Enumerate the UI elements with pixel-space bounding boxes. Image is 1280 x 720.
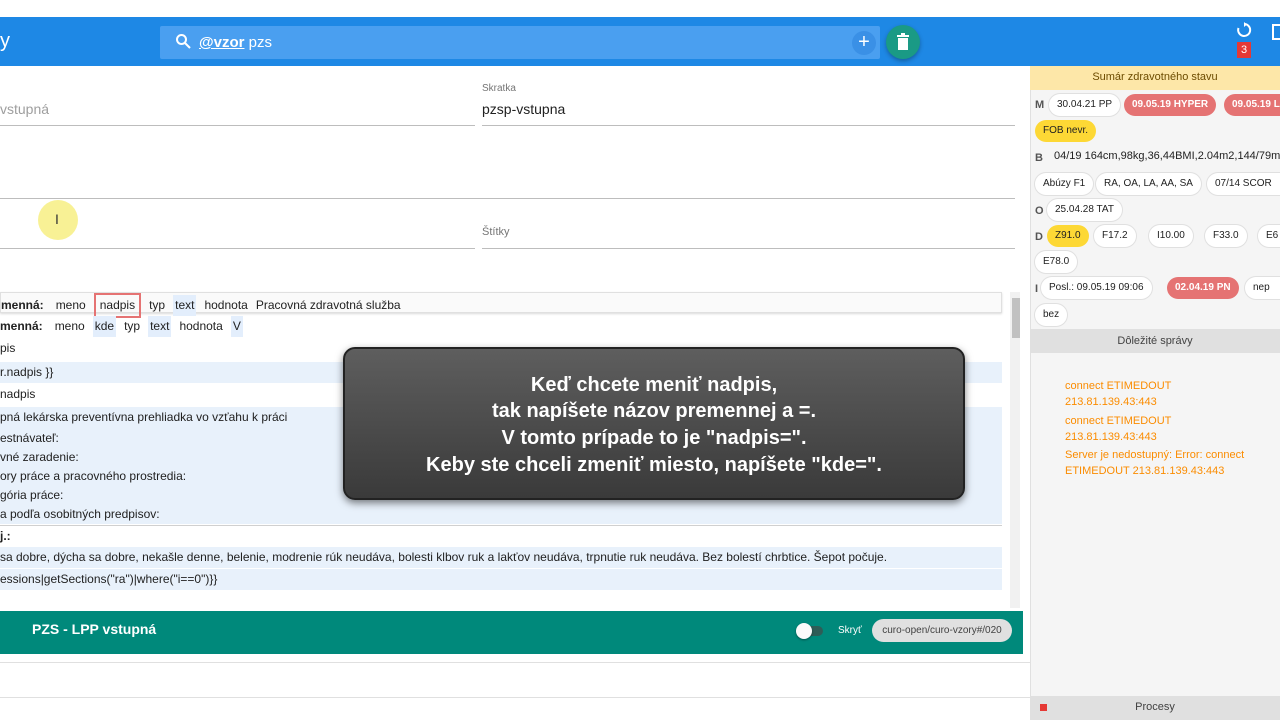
sync-count-badge: 3: [1237, 42, 1251, 58]
chip-risk-groups[interactable]: RA, OA, LA, AA, SA: [1096, 173, 1201, 195]
section-letter-i: I: [1035, 283, 1039, 295]
chip-score[interactable]: 07/14 SCOR: [1207, 173, 1280, 195]
message-1: connect ETIMEDOUT 213.81.139.43:443: [1065, 380, 1172, 408]
delete-button[interactable]: [886, 25, 920, 59]
important-messages-header: Dôležité správy: [1030, 329, 1280, 353]
sidebar-header: Sumár zdravotného stavu: [1030, 66, 1280, 90]
search-query: pzs: [244, 34, 272, 51]
app-title: y: [0, 30, 10, 52]
section-letter-b: B: [1035, 152, 1043, 164]
url-chip[interactable]: curo-open/curo-vzory#/020: [872, 619, 1012, 642]
menu-icon[interactable]: [1272, 24, 1280, 40]
tutorial-caption-box: [343, 347, 965, 500]
variable-row-1[interactable]: menná: meno nadpis typ text hodnota Pracovná z…: [0, 292, 1002, 318]
chip-e78[interactable]: E78.0: [1035, 251, 1078, 273]
top-strip: [0, 0, 1280, 17]
editor-line[interactable]: a podľa osobitných predpisov:: [0, 504, 1002, 525]
tag-kde[interactable]: kde: [92, 316, 117, 337]
chip-pn[interactable]: 02.04.19 PN: [1167, 277, 1239, 299]
tag-typ[interactable]: typ: [149, 295, 165, 316]
tag-value[interactable]: V: [230, 316, 243, 337]
section-letter-d: D: [1035, 231, 1043, 243]
editor-line[interactable]: sa dobre, dýcha sa dobre, nekašle denne,…: [0, 547, 1002, 568]
stop-icon: [1040, 704, 1047, 711]
chip-f17[interactable]: F17.2: [1094, 225, 1136, 247]
chip-li[interactable]: 09.05.19 LI: [1224, 94, 1280, 116]
name-field-value[interactable]: vstupná: [0, 101, 49, 117]
variable-label: menná:: [1, 298, 44, 312]
tag-meno[interactable]: meno: [56, 295, 86, 316]
hide-toggle-label: Skryť: [838, 625, 862, 636]
add-button[interactable]: +: [852, 31, 876, 55]
chip-f33[interactable]: F33.0: [1205, 225, 1247, 247]
chip-fob[interactable]: FOB nevr.: [1035, 120, 1097, 142]
sync-icon[interactable]: [1236, 22, 1252, 38]
tag-meno[interactable]: meno: [55, 316, 85, 337]
editor-line[interactable]: j.:: [0, 525, 1002, 546]
message-3: Server je nedostupný: Error: connect ETI…: [1065, 449, 1245, 477]
trash-icon: [897, 33, 909, 50]
chip-last-visit[interactable]: Posl.: 09.05.19 09:06: [1041, 277, 1152, 299]
stitky-label: Štítky: [482, 226, 510, 238]
caption-line-4: Keby ste chceli zmeniť miesto, napíšete …: [426, 454, 882, 476]
tag-text[interactable]: text: [173, 295, 197, 316]
name-field-line: [0, 125, 475, 126]
section-letter-m: M: [1035, 99, 1045, 111]
section-letter-o: O: [1035, 205, 1044, 217]
caption-line-2: tak napíšete názov premennej a =.: [491, 400, 816, 422]
tag-hodnota[interactable]: hodnota: [179, 316, 222, 337]
chip-e6[interactable]: E6: [1258, 225, 1280, 247]
variable-row-2[interactable]: menná: meno kde typ text hodnota V: [0, 316, 1002, 337]
search-prefix: @vzor: [199, 34, 245, 51]
skratka-label: Skratka: [482, 83, 516, 94]
message-2: connect ETIMEDOUT 213.81.139.43:443: [1065, 415, 1172, 443]
template-title: PZS - LPP vstupná: [32, 621, 157, 637]
tag-nadpis[interactable]: nadpis: [93, 293, 142, 318]
processes-bar[interactable]: Procesy: [1030, 696, 1280, 720]
editor-line[interactable]: essions|getSections("ra")|where("i==0")}…: [0, 569, 1002, 590]
skratka-field[interactable]: pzsp-vstupna: [482, 101, 565, 117]
stitky-field-line[interactable]: [482, 248, 1015, 249]
chip-i10[interactable]: I10.00: [1149, 225, 1193, 247]
chip-hyper[interactable]: 09.05.19 HYPER: [1124, 94, 1217, 116]
caption-line-1: Keď chcete meniť nadpis,: [530, 374, 778, 396]
scrollbar-thumb[interactable]: [1012, 298, 1020, 338]
tag-typ[interactable]: typ: [124, 316, 140, 337]
tag-text[interactable]: text: [148, 316, 172, 337]
tag-hodnota[interactable]: hodnota: [204, 295, 247, 316]
body-measurements: 04/19 164cm,98kg,36,44BMI,2.04m2,144/79m…: [1054, 150, 1280, 162]
chip-abuzy[interactable]: Abúzy F1: [1035, 173, 1094, 195]
tag-value[interactable]: Pracovná zdravotná služba: [256, 295, 401, 316]
chip-nep[interactable]: nep: [1245, 277, 1280, 299]
toggle-knob[interactable]: [796, 623, 812, 639]
description-field-line: [0, 198, 1015, 199]
chip-bez[interactable]: bez: [1035, 304, 1068, 326]
skratka-field-line: [482, 125, 1015, 126]
chip-z91[interactable]: Z91.0: [1047, 225, 1089, 247]
chip-pp[interactable]: 30.04.21 PP: [1049, 94, 1121, 116]
field-line: [0, 248, 475, 249]
editor-scrollbar[interactable]: [1010, 292, 1020, 608]
chip-tat[interactable]: 25.04.28 TAT: [1047, 199, 1122, 221]
caption-line-3: V tomto prípade to je "nadpis=".: [501, 427, 807, 449]
search-input[interactable]: @vzor pzs: [199, 34, 272, 51]
text-cursor-icon: I: [55, 211, 59, 227]
search-icon: [176, 34, 191, 49]
variable-label: menná:: [0, 319, 43, 333]
